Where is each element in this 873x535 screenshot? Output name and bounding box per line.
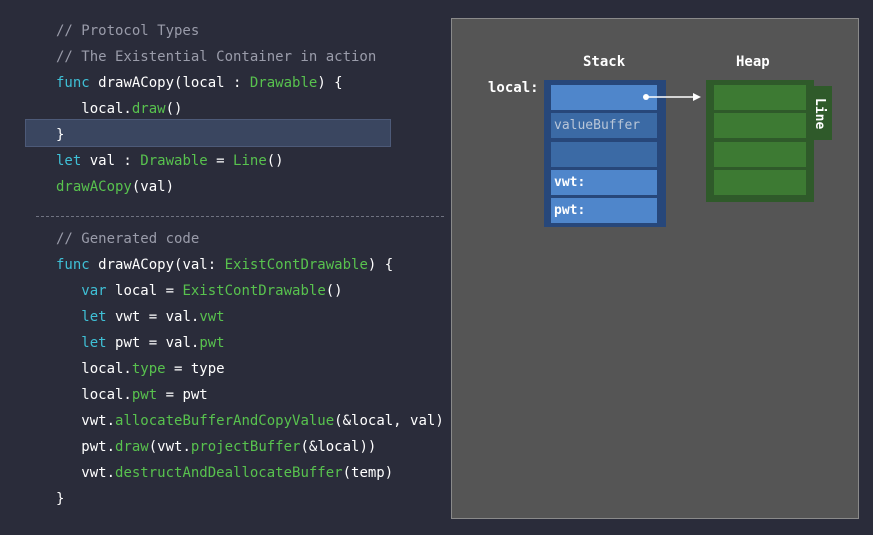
- pointer-arrow: [643, 93, 701, 101]
- pointer-arrowhead: [693, 93, 701, 101]
